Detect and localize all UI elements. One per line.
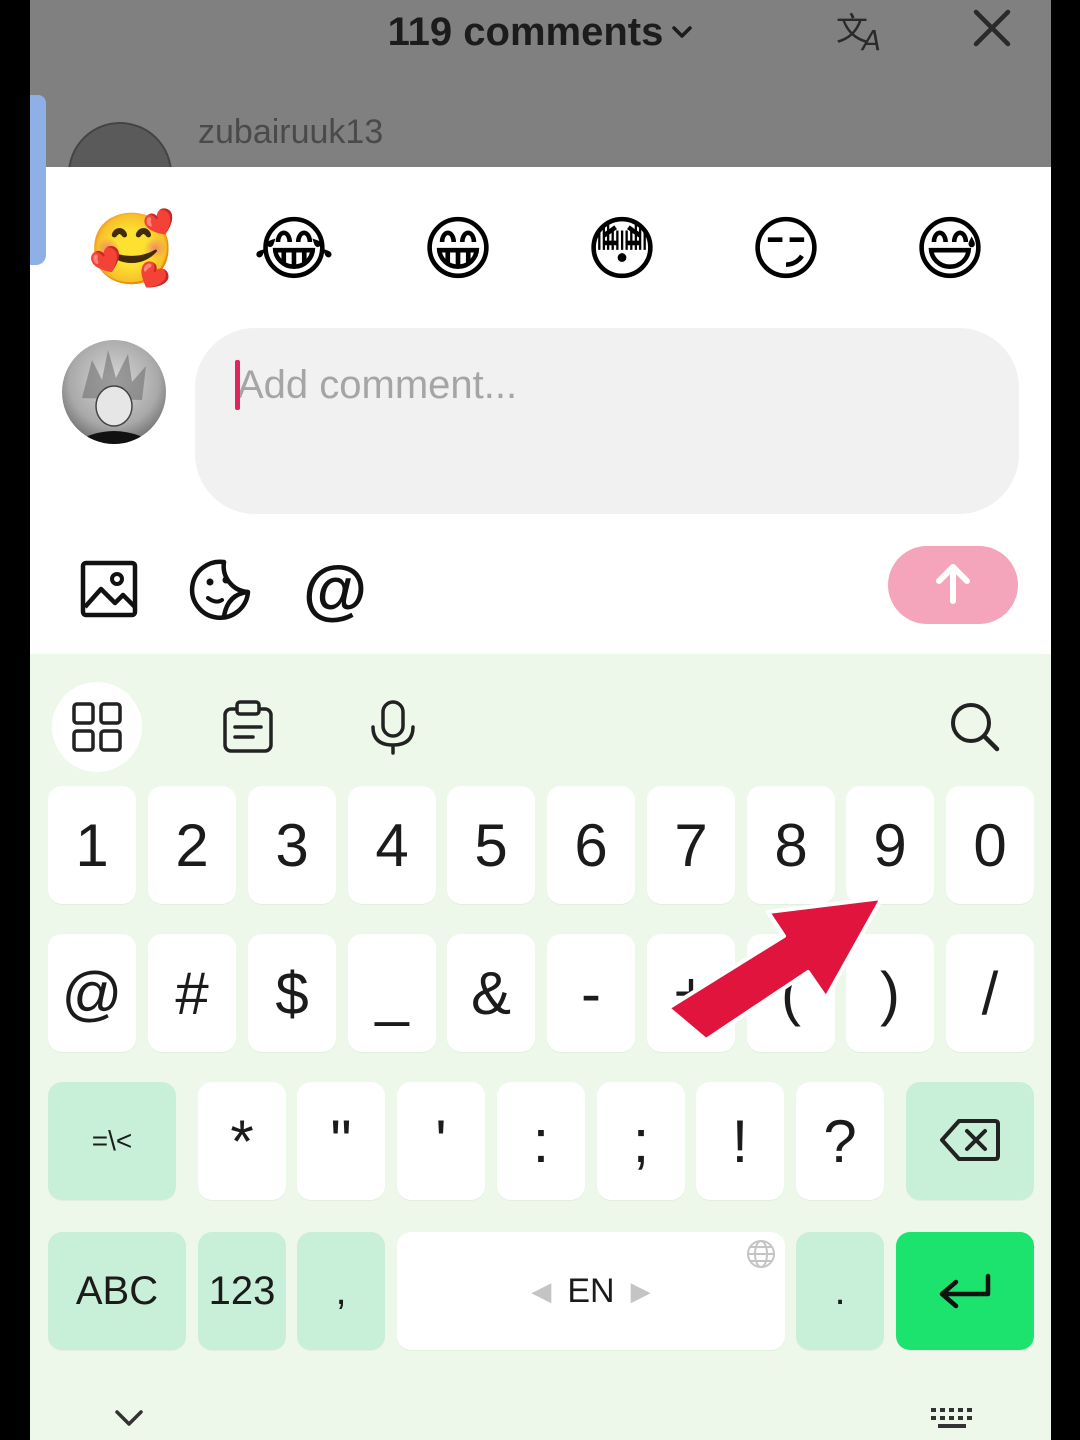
svg-text:A: A (860, 24, 881, 54)
emoji-smiling-hearts[interactable]: 🥰 (88, 207, 175, 291)
key-double-quote[interactable]: " (297, 1082, 385, 1200)
arrow-up-icon (933, 561, 973, 610)
caret-left-icon: ◀ (531, 1275, 552, 1306)
enter-icon (936, 1257, 994, 1326)
chevron-down-icon (671, 0, 693, 52)
numeric-key[interactable]: 123 (198, 1232, 286, 1350)
close-icon[interactable] (970, 6, 1014, 50)
comment-input-container[interactable] (195, 328, 1019, 514)
comment-input[interactable] (237, 356, 997, 414)
keyboard: 1 2 3 4 5 6 7 8 9 0 @ # $ _ & - + ( ) / … (30, 654, 1051, 1440)
side-tab-lower (30, 167, 46, 265)
key-6[interactable]: 6 (547, 786, 635, 904)
key-plus[interactable]: + (647, 934, 735, 1052)
backspace-icon (939, 1107, 1001, 1176)
image-icon[interactable] (76, 556, 142, 622)
text-caret (235, 360, 240, 410)
key-hash[interactable]: # (148, 934, 236, 1052)
emoji-sweat-smile[interactable]: 😅 (908, 207, 992, 291)
key-open-paren[interactable]: ( (747, 934, 835, 1052)
sticker-icon[interactable] (188, 556, 254, 622)
key-colon[interactable]: : (497, 1082, 585, 1200)
key-2[interactable]: 2 (148, 786, 236, 904)
key-ampersand[interactable]: & (447, 934, 535, 1052)
keyboard-icon[interactable] (930, 1406, 978, 1436)
key-8[interactable]: 8 (747, 786, 835, 904)
emoji-tears-of-joy[interactable]: 😂 (252, 207, 336, 291)
avatar (62, 340, 166, 444)
key-dollar[interactable]: $ (248, 934, 336, 1052)
comments-count-label: 119 comments (387, 10, 664, 54)
key-7[interactable]: 7 (647, 786, 735, 904)
key-1[interactable]: 1 (48, 786, 136, 904)
backspace-key[interactable] (906, 1082, 1034, 1200)
key-4[interactable]: 4 (348, 786, 436, 904)
key-asterisk[interactable]: * (198, 1082, 286, 1200)
space-key[interactable]: ◀ EN ▶ (397, 1232, 785, 1350)
key-9[interactable]: 9 (846, 786, 934, 904)
comment-username: zubairuuk13 (198, 113, 384, 151)
key-close-paren[interactable]: ) (846, 934, 934, 1052)
app-frame: 119 comments 文 A zubairuuk13 🥰 😂 😁 😳 😏 😅 (30, 0, 1051, 1440)
abc-key[interactable]: ABC (48, 1232, 186, 1350)
send-button[interactable] (888, 546, 1018, 624)
clipboard-icon[interactable] (203, 682, 293, 772)
enter-key[interactable] (896, 1232, 1034, 1350)
caret-right-icon: ▶ (630, 1275, 651, 1306)
key-underscore[interactable]: _ (348, 934, 436, 1052)
comma-key[interactable]: , (297, 1232, 385, 1350)
comments-title[interactable]: 119 comments (30, 0, 1051, 58)
key-minus[interactable]: - (547, 934, 635, 1052)
microphone-icon[interactable] (348, 682, 438, 772)
emoji-grin[interactable]: 😁 (416, 207, 500, 291)
key-semicolon[interactable]: ; (597, 1082, 685, 1200)
globe-icon (745, 1238, 777, 1270)
key-question[interactable]: ? (796, 1082, 884, 1200)
key-3[interactable]: 3 (248, 786, 336, 904)
key-at[interactable]: @ (48, 934, 136, 1052)
language-label: EN (567, 1271, 615, 1310)
key-slash[interactable]: / (946, 934, 1034, 1052)
key-more-symbols[interactable]: =\< (48, 1082, 176, 1200)
apps-grid-icon[interactable] (52, 682, 142, 772)
translate-icon[interactable]: 文 A (836, 6, 892, 57)
key-exclamation[interactable]: ! (696, 1082, 784, 1200)
search-icon[interactable] (930, 682, 1020, 772)
comments-header: 119 comments 文 A zubairuuk13 (30, 0, 1051, 265)
chevron-down-icon[interactable] (112, 1406, 152, 1436)
key-single-quote[interactable]: ' (397, 1082, 485, 1200)
emoji-quick-row: 🥰 😂 😁 😳 😏 😅 (30, 167, 1051, 327)
key-5[interactable]: 5 (447, 786, 535, 904)
mention-button[interactable]: @ (302, 552, 368, 626)
emoji-smirk[interactable]: 😏 (744, 207, 828, 291)
key-0[interactable]: 0 (946, 786, 1034, 904)
emoji-flushed[interactable]: 😳 (580, 207, 664, 291)
period-key[interactable]: . (796, 1232, 884, 1350)
